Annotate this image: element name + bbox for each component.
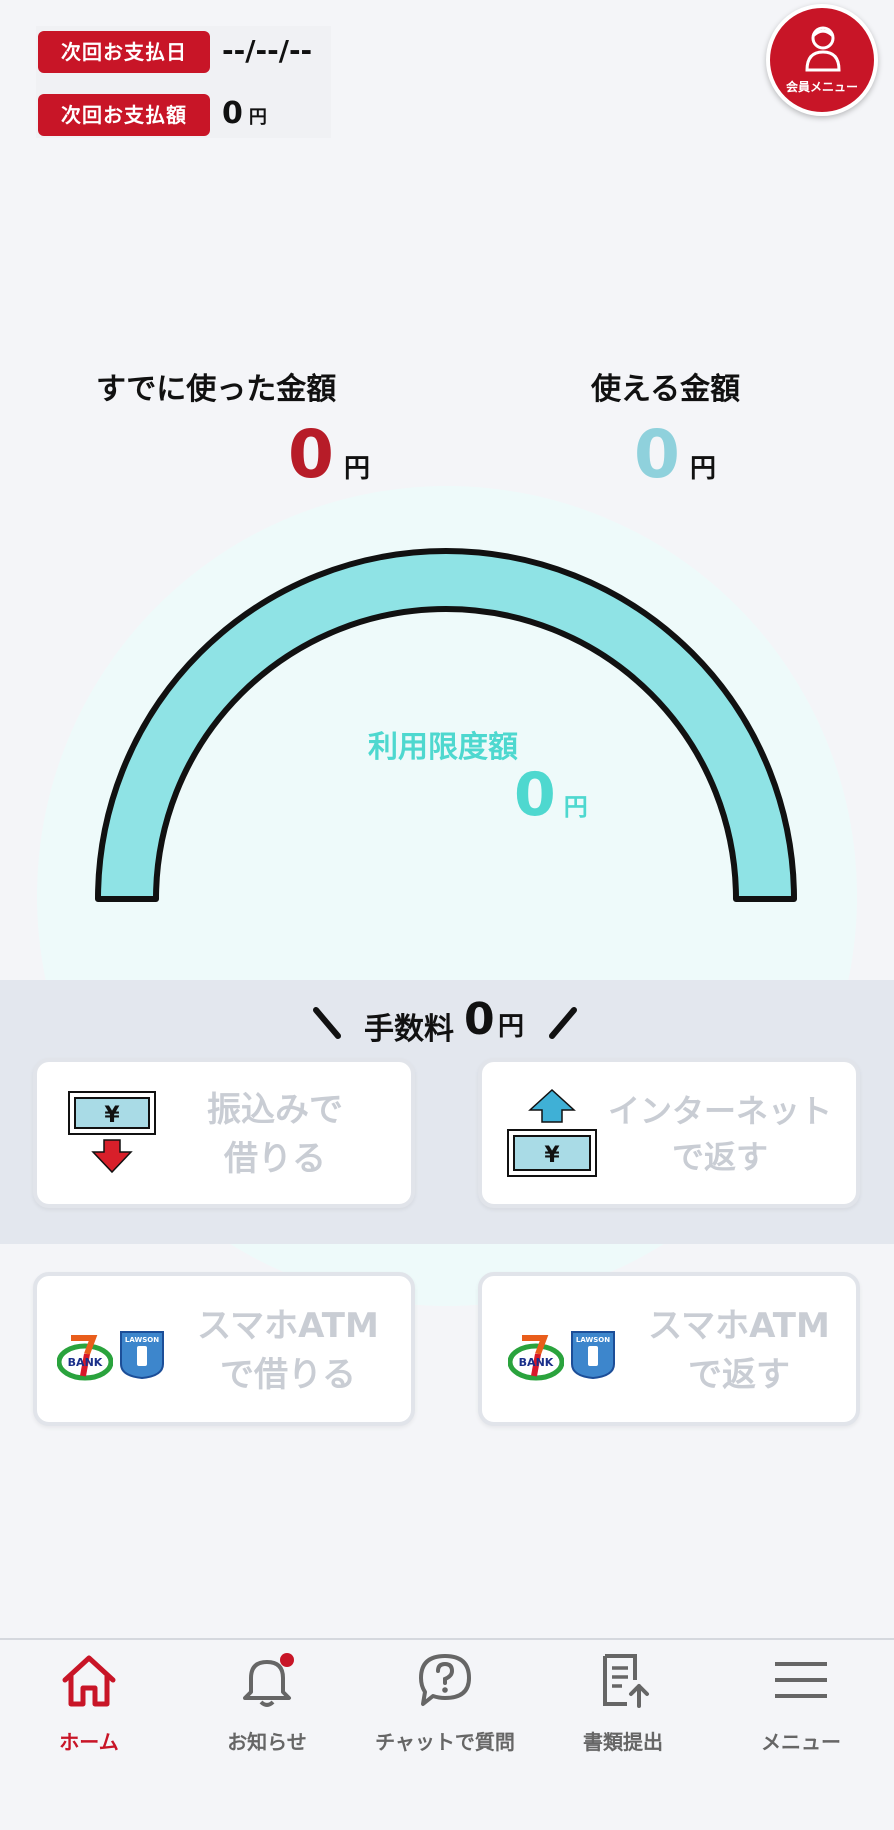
nav-menu-label: メニュー bbox=[761, 1730, 841, 1754]
nav-notifications[interactable]: お知らせ bbox=[178, 1640, 356, 1790]
atm-borrow-line2: で借りる bbox=[220, 1355, 356, 1396]
atm-borrow-line1: スマホATM bbox=[197, 1306, 379, 1346]
internet-repay-label: インターネット で返す bbox=[600, 1088, 840, 1181]
used-amount: 0円 bbox=[288, 422, 370, 488]
slash-left-icon bbox=[313, 1007, 341, 1039]
slash-right-icon bbox=[549, 1007, 577, 1039]
transfer-borrow-button[interactable]: ¥ 振込みで 借りる bbox=[33, 1058, 415, 1208]
next-payment-date-value: --/--/-- bbox=[222, 34, 313, 67]
bell-icon bbox=[243, 1653, 294, 1707]
svg-text:¥: ¥ bbox=[544, 1143, 560, 1168]
used-amount-unit: 円 bbox=[343, 454, 370, 484]
internet-repay-button[interactable]: ¥ インターネット で返す bbox=[478, 1058, 860, 1208]
member-menu-button[interactable]: 会員メニュー bbox=[766, 4, 878, 116]
used-amount-label: すでに使った金額 bbox=[96, 372, 337, 407]
next-payment-amount-label: 次回お支払額 bbox=[38, 94, 210, 136]
nav-documents-label: 書類提出 bbox=[583, 1730, 663, 1754]
nav-notifications-label: お知らせ bbox=[227, 1730, 307, 1754]
limit-value: 0 bbox=[514, 760, 556, 830]
available-amount-unit: 円 bbox=[689, 454, 716, 484]
next-payment-amount-unit: 円 bbox=[248, 107, 267, 128]
home-icon bbox=[62, 1655, 116, 1707]
atm-repay-line1: スマホATM bbox=[648, 1306, 830, 1346]
svg-text:BANK: BANK bbox=[68, 1356, 103, 1369]
user-icon bbox=[805, 26, 841, 72]
usage-gauge bbox=[95, 548, 797, 902]
limit-unit: 円 bbox=[563, 793, 588, 821]
atm-repay-line2: で返す bbox=[688, 1355, 790, 1396]
document-upload-icon bbox=[603, 1654, 649, 1708]
next-payment-amount: 0円 bbox=[222, 96, 267, 131]
svg-text:BANK: BANK bbox=[519, 1356, 554, 1369]
fee-value: 0 bbox=[464, 994, 495, 1045]
internet-repay-line2: で返す bbox=[671, 1138, 768, 1177]
lawson-logo: LAWSON bbox=[120, 1331, 164, 1380]
available-amount-label: 使える金額 bbox=[591, 372, 741, 407]
atm-borrow-label: スマホATM で借りる bbox=[173, 1302, 403, 1401]
fee-prefix: 手数料 bbox=[364, 1012, 454, 1047]
nav-chat[interactable]: チャットで質問 bbox=[356, 1640, 534, 1790]
nav-documents[interactable]: 書類提出 bbox=[534, 1640, 712, 1790]
limit-label: 利用限度額 bbox=[368, 730, 518, 765]
yen-bill-down-icon: ¥ bbox=[68, 1091, 156, 1174]
limit-amount: 0円 bbox=[514, 760, 588, 830]
svg-text:¥: ¥ bbox=[104, 1103, 120, 1128]
lawson-logo: LAWSON bbox=[571, 1331, 615, 1380]
fee-banner: 手数料 0 円 bbox=[312, 994, 582, 1048]
available-amount-value: 0 bbox=[634, 416, 680, 493]
atm-repay-button[interactable]: BANK LAWSON スマホATM で返す bbox=[478, 1272, 860, 1426]
next-payment-date-label: 次回お支払日 bbox=[38, 31, 210, 73]
svg-text:LAWSON: LAWSON bbox=[576, 1336, 610, 1344]
atm-borrow-button[interactable]: BANK LAWSON スマホATM で借りる bbox=[33, 1272, 415, 1426]
used-amount-value: 0 bbox=[288, 416, 334, 493]
available-amount: 0円 bbox=[634, 422, 716, 488]
nav-menu[interactable]: メニュー bbox=[712, 1640, 890, 1790]
transfer-borrow-label: 振込みで 借りる bbox=[175, 1086, 375, 1185]
bottom-nav: ホーム お知らせ チャットで質問 書類提出 メニュー bbox=[0, 1638, 894, 1830]
fee-unit: 円 bbox=[498, 1012, 525, 1042]
member-menu-label: 会員メニュー bbox=[785, 80, 858, 94]
atm-repay-label: スマホATM で返す bbox=[624, 1302, 854, 1401]
hamburger-menu-icon bbox=[775, 1662, 827, 1698]
transfer-borrow-line2: 借りる bbox=[224, 1139, 326, 1180]
notification-dot bbox=[280, 1653, 294, 1667]
seven-bank-logo: BANK bbox=[508, 1335, 564, 1381]
next-payment-amount-value: 0 bbox=[222, 96, 243, 131]
yen-bill-up-icon: ¥ bbox=[507, 1088, 597, 1177]
internet-repay-line1: インターネット bbox=[607, 1092, 832, 1130]
nav-home-label: ホーム bbox=[59, 1730, 119, 1754]
nav-home[interactable]: ホーム bbox=[0, 1640, 178, 1790]
nav-chat-label: チャットで質問 bbox=[375, 1730, 515, 1754]
seven-bank-logo: BANK bbox=[57, 1335, 113, 1381]
chat-question-icon bbox=[419, 1654, 471, 1706]
transfer-borrow-line1: 振込みで bbox=[207, 1090, 343, 1130]
svg-text:LAWSON: LAWSON bbox=[125, 1336, 159, 1344]
